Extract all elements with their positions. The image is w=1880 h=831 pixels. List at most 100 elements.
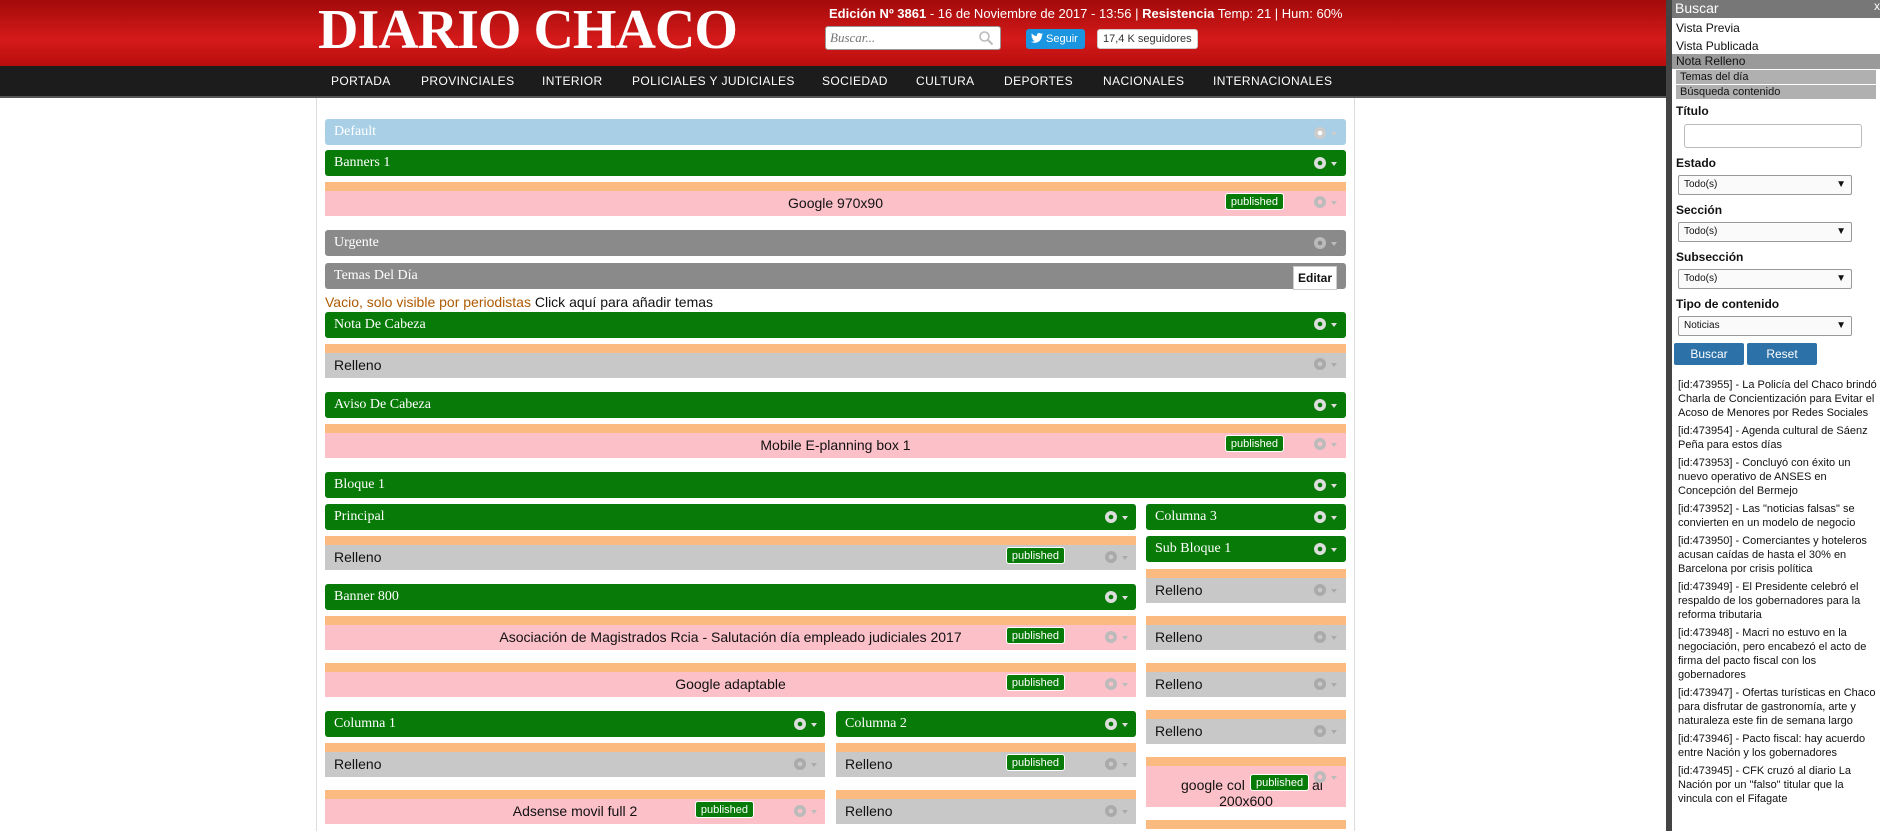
gear-icon[interactable] bbox=[1312, 436, 1338, 452]
nav-portada[interactable]: PORTADA bbox=[331, 66, 391, 96]
nav-internacionales[interactable]: INTERNACIONALES bbox=[1213, 66, 1332, 96]
gear-icon[interactable] bbox=[1312, 125, 1338, 141]
nav-interior[interactable]: INTERIOR bbox=[542, 66, 603, 96]
estado-label: Estado bbox=[1676, 156, 1717, 170]
gear-icon[interactable] bbox=[1103, 676, 1129, 692]
block-aviso-de-cabeza: Aviso De Cabeza bbox=[325, 392, 1346, 418]
gear-icon[interactable] bbox=[1312, 194, 1338, 210]
gear-icon[interactable] bbox=[1312, 509, 1338, 525]
gear-icon[interactable] bbox=[1312, 356, 1338, 372]
nav-provinciales[interactable]: PROVINCIALES bbox=[421, 66, 515, 96]
block-bloque-1: Bloque 1 bbox=[325, 472, 1346, 498]
search-input[interactable] bbox=[830, 27, 970, 49]
gear-icon[interactable] bbox=[1103, 803, 1129, 819]
result-item[interactable]: [id:473953] - Concluyó con éxito un nuev… bbox=[1678, 456, 1878, 498]
gear-icon[interactable] bbox=[1103, 629, 1129, 645]
gear-icon[interactable] bbox=[1312, 235, 1338, 251]
gear-icon[interactable] bbox=[1312, 769, 1338, 785]
result-item[interactable]: [id:473945] - CFK cruzó al diario La Nac… bbox=[1678, 764, 1878, 806]
tipo-contenido-label: Tipo de contenido bbox=[1676, 297, 1780, 311]
titulo-input[interactable] bbox=[1684, 124, 1862, 148]
tipo-contenido-select[interactable]: Noticias ▼ bbox=[1678, 316, 1852, 336]
gear-icon[interactable] bbox=[792, 756, 818, 772]
header-search bbox=[825, 26, 1001, 50]
result-item[interactable]: [id:473952] - Las "noticias falsas" se c… bbox=[1678, 502, 1878, 530]
result-item[interactable]: [id:473947] - Ofertas turísticas en Chac… bbox=[1678, 686, 1878, 728]
result-item[interactable]: [id:473954] - Agenda cultural de Sáenz P… bbox=[1678, 424, 1878, 452]
gear-icon[interactable] bbox=[1312, 541, 1338, 557]
gear-icon[interactable] bbox=[1312, 397, 1338, 413]
block-title: Default bbox=[334, 124, 376, 139]
block-columna-1: Columna 1 bbox=[325, 711, 825, 737]
nav-policiales[interactable]: POLICIALES Y JUDICIALES bbox=[632, 66, 795, 96]
page: { "header": { "logo": "DIARIO CHACO", "e… bbox=[0, 0, 1880, 831]
result-item[interactable]: [id:473955] - La Policía del Chaco brind… bbox=[1678, 378, 1878, 420]
block-urgente: Urgente bbox=[325, 230, 1346, 256]
block-banners-1: Banners 1 bbox=[325, 150, 1346, 176]
gear-icon[interactable] bbox=[1312, 629, 1338, 645]
result-item[interactable]: [id:473946] - Pacto fiscal: hay acuerdo … bbox=[1678, 732, 1878, 760]
nav-nacionales[interactable]: NACIONALES bbox=[1103, 66, 1184, 96]
buscar-button[interactable]: Buscar bbox=[1674, 343, 1744, 365]
subseccion-select[interactable]: Todo(s) ▼ bbox=[1678, 269, 1852, 289]
slot-title: Relleno bbox=[1155, 582, 1203, 598]
result-item[interactable]: [id:473950] - Comerciantes y hoteleros a… bbox=[1678, 534, 1878, 576]
site-logo[interactable]: DIARIO CHACO bbox=[318, 0, 738, 62]
slot-title: Google 970x90 bbox=[788, 195, 883, 211]
slot-title: Relleno bbox=[845, 803, 893, 819]
gear-icon[interactable] bbox=[1312, 316, 1338, 332]
seccion-select[interactable]: Todo(s) ▼ bbox=[1678, 222, 1852, 242]
estado-select[interactable]: Todo(s) ▼ bbox=[1678, 175, 1852, 195]
slot-size: 200x600 bbox=[1219, 793, 1273, 809]
block-title: Banner 800 bbox=[334, 589, 399, 604]
gear-icon[interactable] bbox=[1312, 582, 1338, 598]
published-badge: published bbox=[1005, 627, 1065, 644]
search-results-list: [id:473955] - La Policía del Chaco brind… bbox=[1678, 378, 1878, 810]
nota-relleno-tab[interactable]: Nota Relleno bbox=[1672, 54, 1880, 69]
edition-info: Edición Nº 3861 - 16 de Noviembre de 201… bbox=[829, 6, 1342, 21]
gear-icon[interactable] bbox=[1103, 589, 1129, 605]
reset-button[interactable]: Reset bbox=[1747, 343, 1817, 365]
gear-icon[interactable] bbox=[1103, 756, 1129, 772]
close-icon[interactable]: x bbox=[1874, 0, 1880, 15]
slot-relleno: Relleno bbox=[836, 790, 1136, 824]
slot-title: Relleno bbox=[334, 756, 382, 772]
add-temas-link[interactable]: Click aquí para añadir temas bbox=[531, 294, 713, 310]
weather-city: Resistencia bbox=[1142, 6, 1215, 21]
gear-icon[interactable] bbox=[1312, 676, 1338, 692]
editar-button[interactable]: Editar bbox=[1293, 266, 1337, 290]
gear-icon[interactable] bbox=[1312, 155, 1338, 171]
vista-previa-link[interactable]: Vista Previa bbox=[1672, 20, 1880, 36]
slot-adsense-movil: Adsense movil full 2 published bbox=[325, 790, 825, 824]
search-icon[interactable] bbox=[978, 30, 994, 46]
slot-title: google col bbox=[1181, 777, 1245, 793]
vista-publicada-link[interactable]: Vista Publicada bbox=[1672, 38, 1880, 54]
gear-icon[interactable] bbox=[1312, 477, 1338, 493]
empty-message: Vacio, solo visible por periodistas bbox=[325, 294, 531, 310]
gear-icon[interactable] bbox=[1103, 509, 1129, 525]
block-principal: Principal bbox=[325, 504, 1136, 530]
result-item[interactable]: [id:473948] - Macri no estuvo en la nego… bbox=[1678, 626, 1878, 682]
block-title: Columna 1 bbox=[334, 716, 396, 731]
temas-dia-tab[interactable]: Temas del día bbox=[1676, 70, 1876, 84]
editor-sidebar: Buscar x Vista Previa Vista Publicada Not… bbox=[1666, 0, 1880, 831]
nav-cultura[interactable]: CULTURA bbox=[916, 66, 975, 96]
busqueda-contenido-tab[interactable]: Búsqueda contenido bbox=[1676, 85, 1876, 99]
block-title: Sub Bloque 1 bbox=[1155, 541, 1232, 556]
gear-icon[interactable] bbox=[1103, 716, 1129, 732]
edition-label: Edición Nº 3861 bbox=[829, 6, 927, 21]
block-title: Columna 2 bbox=[845, 716, 907, 731]
gear-icon[interactable] bbox=[792, 716, 818, 732]
twitter-follow-button[interactable]: Seguir bbox=[1026, 29, 1085, 49]
gear-icon[interactable] bbox=[792, 803, 818, 819]
published-badge: published bbox=[1005, 547, 1065, 564]
nav-sociedad[interactable]: SOCIEDAD bbox=[822, 66, 888, 96]
result-item[interactable]: [id:473949] - El Presidente celebró el r… bbox=[1678, 580, 1878, 622]
slot-google-adaptable: Google adaptable published bbox=[325, 663, 1136, 697]
slot-next bbox=[1146, 820, 1346, 831]
published-badge: published bbox=[1224, 435, 1284, 452]
gear-icon[interactable] bbox=[1103, 549, 1129, 565]
subseccion-value: Todo(s) bbox=[1684, 273, 1718, 284]
gear-icon[interactable] bbox=[1312, 723, 1338, 739]
nav-deportes[interactable]: DEPORTES bbox=[1004, 66, 1073, 96]
